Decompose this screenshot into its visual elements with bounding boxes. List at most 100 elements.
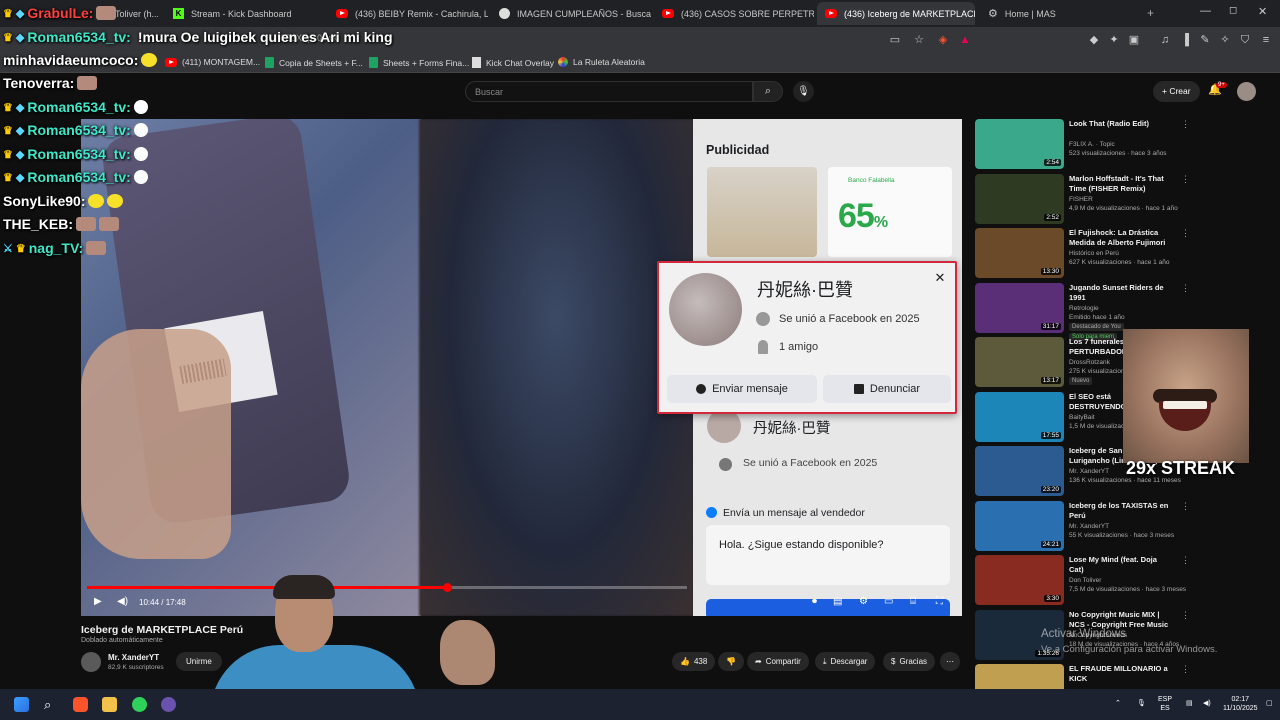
- wallet-icon[interactable]: ✎: [1198, 33, 1212, 47]
- screenshot-icon[interactable]: ▣: [1127, 33, 1141, 47]
- recommended-video[interactable]: 31:17 Jugando Sunset Riders de 1991 Retrol…: [975, 282, 1270, 341]
- microphone-icon[interactable]: 🎙: [1137, 699, 1146, 708]
- gear-icon: ⚙: [988, 8, 998, 20]
- video-channel[interactable]: BaityBait: [1069, 414, 1095, 421]
- video-title[interactable]: Marlon Hoffstadt - It's That Time (FISHE…: [1069, 174, 1169, 194]
- video-thumbnail[interactable]: 13:30: [975, 228, 1064, 278]
- volume-icon[interactable]: ◀): [117, 596, 128, 607]
- share-button[interactable]: ➦ Compartir: [747, 652, 809, 671]
- notification-center-icon[interactable]: ▢: [1266, 699, 1273, 708]
- chat-app-icon[interactable]: [161, 697, 176, 712]
- video-channel[interactable]: FISHER: [1069, 196, 1093, 203]
- restore-icon[interactable]: ◻: [1229, 5, 1237, 16]
- extension-icon[interactable]: ◆: [1087, 33, 1101, 47]
- recommended-video[interactable]: 2:54 Look That (Radio Edit) F3LIX A. · Top…: [975, 119, 1270, 171]
- brave-rewards-icon[interactable]: ▲: [958, 33, 972, 47]
- clock[interactable]: 02:17 11/10/2025: [1223, 695, 1258, 713]
- autoplay-toggle[interactable]: ⏺: [812, 596, 817, 607]
- subtitles-icon[interactable]: ▤: [833, 596, 842, 607]
- channel-name[interactable]: Mr. XanderYT: [108, 653, 159, 662]
- video-thumbnail[interactable]: 23:20: [975, 446, 1064, 496]
- video-thumbnail[interactable]: 17:55: [975, 391, 1064, 442]
- video-title[interactable]: El Fujishock: La Drástica Medida de Albe…: [1069, 228, 1169, 249]
- leo-icon[interactable]: ✧: [1218, 33, 1232, 47]
- more-options-icon[interactable]: ⋮: [1181, 119, 1190, 130]
- fullscreen-icon[interactable]: ⛶: [936, 596, 943, 607]
- menu-icon[interactable]: ≡: [1259, 33, 1273, 47]
- recommended-video[interactable]: 24:21 Iceberg de los TAXISTAS en Perú Mr. …: [975, 500, 1270, 553]
- more-options-icon[interactable]: ⋮: [1181, 174, 1190, 185]
- video-title[interactable]: Lose My Mind (feat. Doja Cat): [1069, 555, 1169, 575]
- like-button[interactable]: 👍 438: [672, 652, 716, 671]
- tab-imagen-cumpleanos[interactable]: IMAGEN CUMPLEAÑOS - Buscar con: [491, 2, 651, 25]
- more-options-icon[interactable]: ⋮: [1181, 283, 1190, 294]
- video-thumbnail[interactable]: 2:54: [975, 119, 1064, 169]
- video-channel[interactable]: Mr. XanderYT: [1069, 468, 1109, 475]
- more-options-icon[interactable]: ⋮: [1181, 664, 1190, 675]
- video-thumbnail[interactable]: 13:17: [975, 337, 1064, 387]
- thanks-button[interactable]: $ Gracias: [883, 652, 936, 671]
- video-thumbnail[interactable]: 31:17: [975, 282, 1064, 333]
- windows-start-icon[interactable]: [14, 697, 29, 712]
- video-title[interactable]: Look That (Radio Edit): [1069, 119, 1169, 129]
- recommended-video[interactable]: 13:30 El Fujishock: La Drástica Medida de…: [975, 228, 1270, 280]
- close-window-icon[interactable]: ✕: [1258, 5, 1267, 18]
- video-channel[interactable]: Mr. XanderYT: [1069, 523, 1109, 530]
- cast-icon[interactable]: ⌸: [910, 596, 916, 607]
- crown-badge-icon: ♛: [3, 101, 13, 114]
- bookmark-kick-chat-overlay[interactable]: Kick Chat Overlay: [472, 57, 554, 68]
- recommended-video[interactable]: 3:30 Lose My Mind (feat. Doja Cat) Don Tol…: [975, 555, 1270, 607]
- video-channel[interactable]: Retrologie: [1069, 305, 1099, 312]
- google-icon: [499, 8, 510, 19]
- video-title[interactable]: EL FRAUDE MILLONARIO a KICK: [1069, 664, 1169, 684]
- search-input[interactable]: Buscar: [465, 81, 753, 102]
- more-options-icon[interactable]: ⋮: [1181, 555, 1190, 566]
- video-thumbnail[interactable]: 3:30: [975, 555, 1064, 605]
- media-icon[interactable]: ♫: [1158, 33, 1172, 47]
- avatar[interactable]: [1237, 82, 1256, 101]
- miniplayer-icon[interactable]: ▭: [884, 596, 893, 607]
- create-button[interactable]: + Crear: [1153, 81, 1200, 102]
- download-button[interactable]: ⤓ Descargar: [815, 652, 876, 671]
- speaker-icon[interactable]: ◀): [1203, 699, 1211, 708]
- settings-icon[interactable]: ⚙: [859, 596, 868, 607]
- more-options-icon[interactable]: ⋮: [1181, 610, 1190, 621]
- video-channel[interactable]: F3LIX A. · Topic: [1069, 141, 1115, 148]
- bookmark-star-icon[interactable]: ☆: [912, 33, 926, 47]
- recommended-video[interactable]: 2:52 Marlon Hoffstadt - It's That Time (F…: [975, 173, 1270, 226]
- tab-home-mas[interactable]: ⚙ Home | MAS: [980, 2, 1140, 25]
- channel-avatar[interactable]: [81, 652, 101, 672]
- more-actions-button[interactable]: ⋯: [940, 652, 960, 671]
- tab-casos-perpetrador[interactable]: (436) CASOS SOBRE PERPETRADOR: [654, 2, 814, 25]
- file-explorer-icon[interactable]: [102, 697, 117, 712]
- sidebar-icon[interactable]: ▐: [1178, 33, 1192, 47]
- language-indicator[interactable]: ESP ES: [1158, 695, 1172, 713]
- more-options-icon[interactable]: ⋮: [1181, 501, 1190, 512]
- minimize-icon[interactable]: —: [1200, 5, 1211, 17]
- chevron-up-icon[interactable]: ⌃: [1115, 699, 1121, 708]
- cast-icon[interactable]: ▭: [888, 33, 902, 47]
- vpn-icon[interactable]: ⛉: [1238, 33, 1252, 47]
- voice-search-button[interactable]: 🎙: [793, 81, 814, 102]
- search-icon[interactable]: ⌕: [44, 697, 59, 712]
- play-icon[interactable]: ▶: [94, 596, 102, 607]
- tab-iceberg-marketplace[interactable]: (436) Iceberg de MARKETPLACE ✕: [817, 2, 975, 25]
- brave-shield-icon[interactable]: ◈: [936, 33, 950, 47]
- video-channel[interactable]: Don Toliver: [1069, 577, 1101, 584]
- video-title[interactable]: Iceberg de los TAXISTAS en Perú: [1069, 501, 1169, 521]
- bookmark-ruleta[interactable]: La Ruleta Aleatoria: [558, 57, 645, 67]
- search-button[interactable]: ⌕: [753, 81, 783, 102]
- new-tab-icon[interactable]: +: [1147, 6, 1154, 20]
- puzzle-icon[interactable]: ✦: [1107, 33, 1121, 47]
- video-title[interactable]: Jugando Sunset Riders de 1991: [1069, 283, 1169, 303]
- brave-icon[interactable]: [73, 697, 88, 712]
- video-thumbnail[interactable]: 24:21: [975, 500, 1064, 551]
- crown-badge-icon: ♛: [3, 171, 13, 184]
- dislike-button[interactable]: 👎: [718, 652, 744, 671]
- video-thumbnail[interactable]: 2:52: [975, 173, 1064, 224]
- video-channel[interactable]: DrossRotzank: [1069, 359, 1110, 366]
- video-channel[interactable]: Histórico en Perú: [1069, 250, 1119, 257]
- xbox-icon[interactable]: [132, 697, 147, 712]
- more-options-icon[interactable]: ⋮: [1181, 228, 1190, 239]
- network-icon[interactable]: ▤: [1186, 699, 1193, 708]
